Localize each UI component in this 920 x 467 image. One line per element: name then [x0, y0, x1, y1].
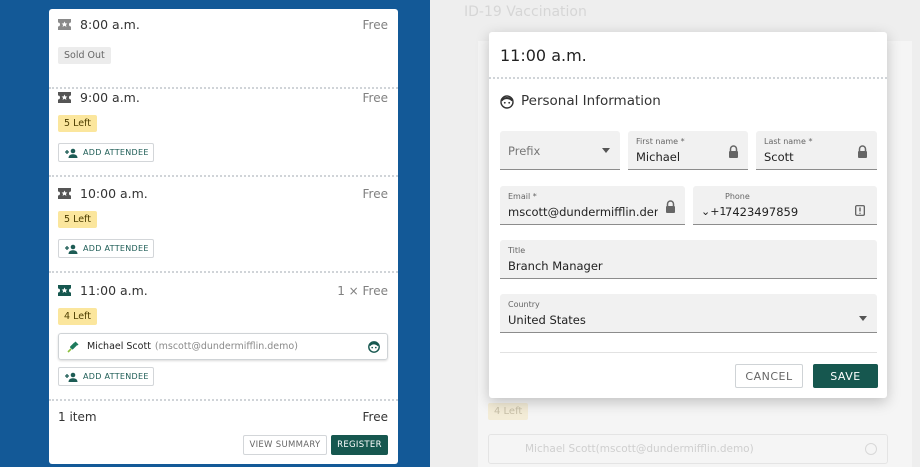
- register-button[interactable]: REGISTER: [331, 435, 388, 455]
- add-attendee-button[interactable]: ADD ATTENDEE: [58, 143, 154, 162]
- slot-price: 1 × Free: [337, 283, 388, 298]
- remaining-badge: 5 Left: [58, 211, 97, 228]
- face-icon[interactable]: [368, 340, 380, 353]
- slot-divider: [49, 87, 398, 89]
- ticket-icon: [58, 19, 71, 30]
- phone-value: 7423497859: [725, 205, 799, 219]
- attendee-row[interactable]: Michael Scott (mscott@dundermifflin.demo…: [58, 333, 388, 360]
- phone-label: Phone: [725, 192, 750, 201]
- add-person-icon: [65, 244, 78, 254]
- first-name-value: Michael: [636, 150, 681, 164]
- right-panel: ID-19 Vaccination 4 Left Michael Scott (…: [430, 0, 920, 467]
- title-field[interactable]: Title Branch Manager: [500, 240, 877, 279]
- face-icon: [500, 95, 514, 109]
- caret-down-icon: [859, 316, 867, 321]
- last-name-label: Last name *: [764, 137, 813, 146]
- country-label: Country: [508, 300, 540, 309]
- total-price: Free: [362, 410, 388, 424]
- slot-price: Free: [362, 90, 388, 105]
- slot-time: 11:00 a.m.: [80, 283, 148, 298]
- ticket-slot-1000[interactable]: 10:00 a.m. Free: [58, 186, 388, 201]
- lock-icon: [858, 145, 867, 158]
- add-person-icon: [65, 372, 78, 382]
- add-attendee-button[interactable]: ADD ATTENDEE: [58, 239, 154, 258]
- ticket-slot-800[interactable]: 8:00 a.m. Free: [58, 17, 388, 32]
- left-panel: 8:00 a.m. Free Sold Out 9:00 a.m. Free 5…: [0, 0, 430, 467]
- lock-icon: [666, 200, 675, 213]
- country-code-select[interactable]: ⌄+1: [701, 205, 726, 218]
- country-value: United States: [508, 313, 586, 327]
- vaccine-icon: [67, 341, 79, 353]
- add-attendee-label: ADD ATTENDEE: [83, 372, 149, 381]
- section-title: Personal Information: [521, 93, 661, 109]
- ticket-icon: [58, 92, 71, 103]
- last-name-field[interactable]: Last name * Scott: [756, 131, 877, 170]
- slot-time: 8:00 a.m.: [80, 17, 140, 32]
- ticket-icon: [58, 188, 71, 199]
- background-attendee-email: (mscott@dundermifflin.demo): [595, 443, 754, 455]
- add-person-icon: [65, 148, 78, 158]
- first-name-label: First name *: [636, 137, 685, 146]
- modal-title: 11:00 a.m.: [500, 46, 587, 65]
- email-field[interactable]: Email * mscott@dundermifflin.demo: [500, 186, 685, 225]
- prefix-select[interactable]: Prefix: [500, 131, 620, 170]
- first-name-field[interactable]: First name * Michael: [628, 131, 748, 170]
- attendee-name: Michael Scott: [87, 341, 151, 352]
- lock-icon: [729, 145, 738, 158]
- chevron-down-icon: ⌄: [701, 205, 711, 218]
- background-remaining-badge: 4 Left: [488, 403, 529, 420]
- prefix-placeholder: Prefix: [508, 144, 541, 158]
- slot-time: 9:00 a.m.: [80, 90, 140, 105]
- phone-field[interactable]: Phone ⌄+1 7423497859: [693, 186, 877, 225]
- slot-price: Free: [362, 17, 388, 32]
- background-attendee-name: Michael Scott: [525, 443, 596, 455]
- ticket-icon: [58, 285, 71, 296]
- slot-divider: [49, 271, 398, 273]
- attendee-email: (mscott@dundermifflin.demo): [154, 341, 298, 352]
- background-face-icon: [865, 443, 877, 455]
- last-name-value: Scott: [764, 150, 794, 164]
- save-button[interactable]: SAVE: [813, 364, 878, 388]
- slot-price: Free: [362, 186, 388, 201]
- add-attendee-label: ADD ATTENDEE: [83, 244, 149, 253]
- cancel-button[interactable]: CANCEL: [735, 364, 803, 388]
- item-count: 1 item: [58, 410, 97, 424]
- ticket-slot-1100[interactable]: 11:00 a.m. 1 × Free: [58, 283, 388, 298]
- ticket-slot-900[interactable]: 9:00 a.m. Free: [58, 90, 388, 105]
- add-attendee-button[interactable]: ADD ATTENDEE: [58, 367, 154, 386]
- title-label: Title: [508, 246, 526, 255]
- background-page-title: ID-19 Vaccination: [464, 4, 587, 20]
- personal-info-modal: 11:00 a.m. Personal Information Prefix F…: [489, 32, 887, 398]
- ticket-list-card: 8:00 a.m. Free Sold Out 9:00 a.m. Free 5…: [49, 9, 398, 464]
- modal-footer-divider: [500, 352, 877, 353]
- sold-out-badge: Sold Out: [58, 47, 111, 64]
- slot-divider: [49, 399, 398, 401]
- remaining-badge: 5 Left: [58, 115, 97, 132]
- background-attendee-row: Michael Scott (mscott@dundermifflin.demo…: [488, 434, 888, 464]
- slot-divider: [49, 175, 398, 177]
- caret-down-icon: [602, 148, 610, 153]
- country-select[interactable]: Country United States: [500, 294, 877, 333]
- email-value: mscott@dundermifflin.demo: [508, 205, 658, 219]
- remaining-badge: 4 Left: [58, 308, 97, 325]
- view-summary-button[interactable]: VIEW SUMMARY: [243, 435, 327, 455]
- country-code: +1: [710, 205, 727, 218]
- slot-time: 10:00 a.m.: [80, 186, 148, 201]
- title-value: Branch Manager: [508, 259, 603, 273]
- modal-divider: [489, 77, 887, 79]
- email-label: Email *: [508, 192, 537, 201]
- add-attendee-label: ADD ATTENDEE: [83, 148, 149, 157]
- info-icon: [855, 205, 865, 216]
